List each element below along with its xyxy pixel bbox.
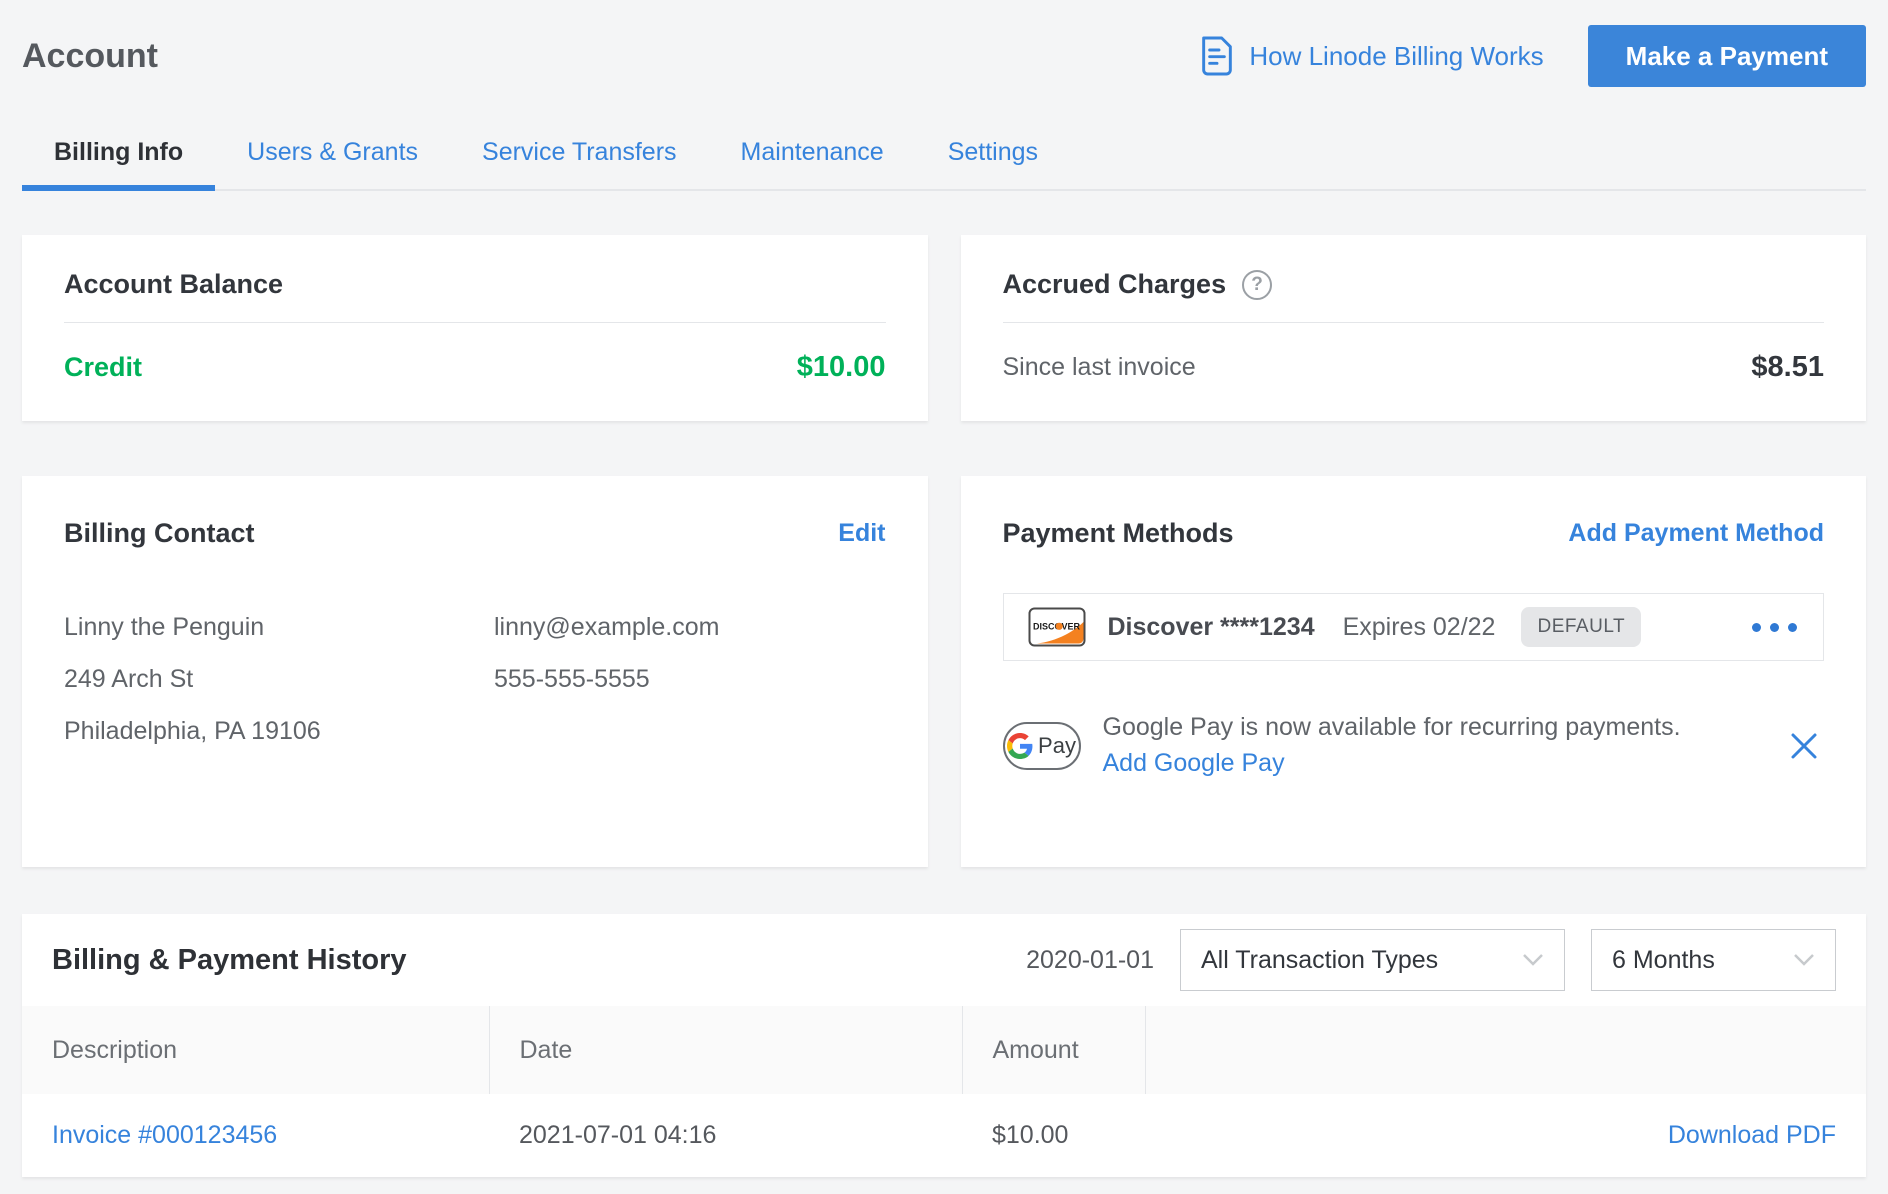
chevron-down-icon [1793,953,1815,967]
discover-card-logo: DISCOVER [1028,607,1086,647]
divider [64,322,886,323]
account-balance-card: Account Balance Credit $10.00 [22,235,928,421]
billing-contact-title: Billing Contact [64,518,255,549]
table-row: Invoice #000123456 2021-07-01 04:16 $10.… [22,1094,1866,1177]
tab-billing-info[interactable]: Billing Info [22,118,215,189]
credit-amount: $10.00 [797,351,886,384]
download-pdf-link[interactable]: Download PDF [1668,1121,1836,1149]
ellipsis-icon[interactable] [1750,615,1799,640]
close-icon[interactable] [1784,726,1824,766]
account-tabs: Billing Info Users & Grants Service Tran… [22,118,1866,191]
history-header-row: Description Date Amount [22,1006,1866,1094]
account-balance-title: Account Balance [64,269,283,300]
contact-info-column: linny@example.com 555-555-5555 [494,601,719,757]
transaction-types-value: All Transaction Types [1201,946,1438,975]
history-date-filter[interactable]: 2020-01-01 [1026,946,1154,975]
billing-history-title: Billing & Payment History [52,944,407,977]
google-pay-logo: Pay [1003,722,1081,770]
time-range-select[interactable]: 6 Months [1591,929,1836,991]
divider [1003,322,1825,323]
payment-card-label: Discover ****1234 [1108,613,1315,642]
edit-billing-contact-link[interactable]: Edit [838,519,885,548]
page-title: Account [22,37,158,76]
contact-name: Linny the Penguin [64,601,494,653]
payment-card-expiry: Expires 02/22 [1343,613,1496,642]
tab-maintenance[interactable]: Maintenance [709,118,916,189]
google-pay-notice: Pay Google Pay is now available for recu… [1003,713,1825,778]
topbar-actions: How Linode Billing Works Make a Payment [1199,25,1866,87]
contact-address-column: Linny the Penguin 249 Arch St Philadelph… [64,601,494,757]
column-description: Description [22,1006,489,1094]
gpay-notice-text: Google Pay is now available for recurrin… [1103,713,1681,742]
payment-methods-card: Payment Methods Add Payment Method DISCO… [961,476,1867,867]
billing-history-section: Billing & Payment History 2020-01-01 All… [22,914,1866,1177]
invoice-amount: $10.00 [962,1094,1145,1177]
topbar: Account How Linode Billing Works Make a … [22,24,1866,88]
accrued-amount: $8.51 [1751,351,1824,384]
add-google-pay-link[interactable]: Add Google Pay [1103,749,1681,778]
question-circle-icon[interactable]: ? [1242,270,1272,300]
time-range-value: 6 Months [1612,946,1715,975]
tab-settings[interactable]: Settings [916,118,1070,189]
tab-service-transfers[interactable]: Service Transfers [450,118,709,189]
credit-label: Credit [64,352,142,383]
history-filters: 2020-01-01 All Transaction Types 6 Month… [1026,929,1836,991]
account-page: Account How Linode Billing Works Make a … [0,24,1888,1177]
payment-method-row: DISCOVER Discover ****1234 Expires 02/22… [1003,593,1825,661]
column-amount: Amount [962,1006,1145,1094]
billing-cards: Account Balance Credit $10.00 Accrued Ch… [22,235,1866,867]
tab-users-grants[interactable]: Users & Grants [215,118,450,189]
contact-address-line1: 249 Arch St [64,653,494,705]
how-billing-works-label: How Linode Billing Works [1249,41,1543,72]
since-last-invoice-label: Since last invoice [1003,353,1196,382]
add-payment-method-link[interactable]: Add Payment Method [1568,519,1824,548]
column-date: Date [489,1006,962,1094]
default-badge: DEFAULT [1521,607,1641,647]
make-payment-button[interactable]: Make a Payment [1588,25,1866,87]
invoice-link[interactable]: Invoice #000123456 [52,1121,277,1149]
transaction-types-select[interactable]: All Transaction Types [1180,929,1565,991]
contact-phone: 555-555-5555 [494,653,719,705]
invoice-date: 2021-07-01 04:16 [489,1094,962,1177]
accrued-charges-card: Accrued Charges ? Since last invoice $8.… [961,235,1867,421]
billing-contact-card: Billing Contact Edit Linny the Penguin 2… [22,476,928,867]
accrued-charges-title: Accrued Charges [1003,269,1227,300]
contact-address-line2: Philadelphia, PA 19106 [64,705,494,757]
contact-email: linny@example.com [494,601,719,653]
chevron-down-icon [1522,953,1544,967]
document-icon [1199,36,1235,76]
column-actions [1145,1006,1866,1094]
gpay-logo-text: Pay [1038,733,1076,759]
how-billing-works-link[interactable]: How Linode Billing Works [1199,36,1543,76]
payment-methods-title: Payment Methods [1003,518,1234,549]
billing-history-table: Description Date Amount Invoice #0001234… [22,1006,1866,1177]
